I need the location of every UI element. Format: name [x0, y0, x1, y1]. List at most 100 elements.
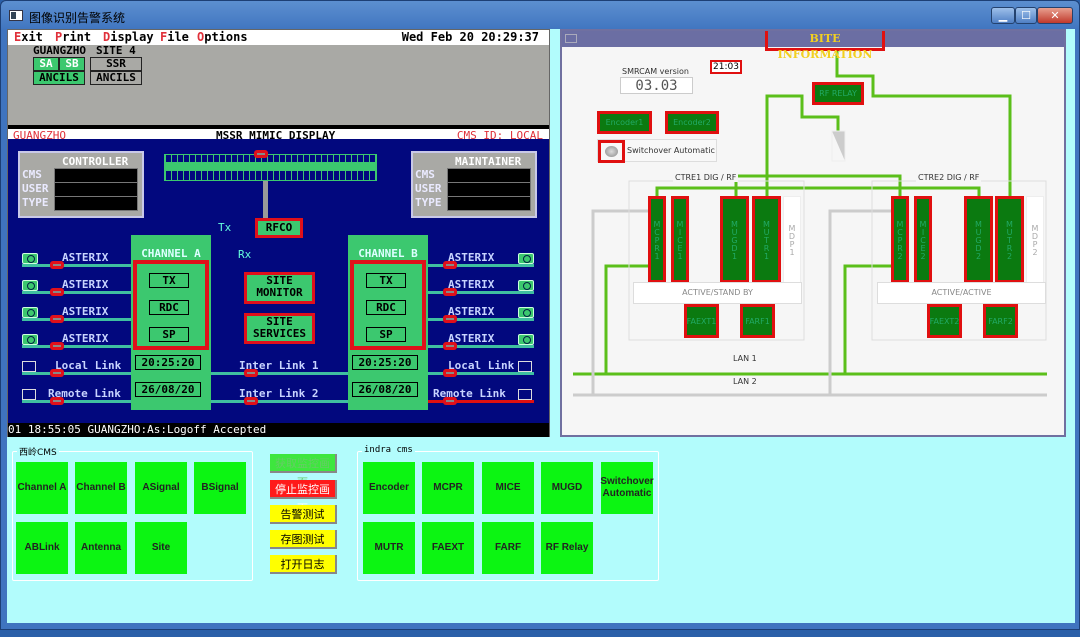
indra-mutr-button[interactable]: MUTR [363, 522, 415, 574]
channel-a-title: CHANNEL A [141, 247, 201, 260]
channel-b[interactable]: CHANNEL B TX RDC SP 20:25:20 26/08/20 [348, 235, 428, 410]
indra-mice-button[interactable]: MICE [482, 462, 534, 514]
indra-encoder-button[interactable]: Encoder [363, 462, 415, 514]
link-alarm-indicator[interactable] [50, 342, 64, 350]
asterix-terminal-icon [22, 334, 38, 345]
computer-icon [22, 361, 36, 372]
link-alarm-indicator[interactable] [443, 342, 457, 350]
field-label: CMS [415, 168, 435, 181]
encoder2-unit[interactable]: Encoder2 [665, 111, 719, 134]
channel-a[interactable]: CHANNEL A TX RDC SP 20:25:20 26/08/20 [131, 235, 211, 410]
asterix-terminal-icon [518, 253, 534, 264]
link-alarm-indicator[interactable] [50, 315, 64, 323]
inter-link-alarm-indicator[interactable] [244, 397, 258, 405]
link-alarm-indicator[interactable] [50, 369, 64, 377]
bite-unit-ctre1-units-1[interactable]: MICE1 [671, 196, 689, 283]
link-line [22, 291, 131, 294]
channel-a-rdc[interactable]: RDC [149, 300, 189, 315]
channel-b-tx[interactable]: TX [366, 273, 406, 288]
faext1-unit[interactable]: FAEXT1 [684, 304, 719, 338]
close-button[interactable]: ✕ [1037, 7, 1073, 24]
menu-exit[interactable]: Exit [14, 30, 43, 45]
maximize-button[interactable]: ☐ [1015, 7, 1037, 24]
link-alarm-indicator[interactable] [443, 288, 457, 296]
sb-status[interactable]: SB [59, 57, 85, 71]
bite-unit-ctre1-units-2[interactable]: MUGD1 [720, 196, 749, 283]
farf1-unit[interactable]: FARF1 [740, 304, 775, 338]
ssr-status[interactable]: SSR [90, 57, 142, 71]
xiling-ablink-button[interactable]: ABLink [16, 522, 68, 574]
unit-label: MUGD1 [730, 219, 739, 260]
bite-unit-ctre1-units-0[interactable]: MCPR1 [648, 196, 666, 283]
start-monitor-button[interactable]: 获取监控画面 [270, 454, 337, 489]
xiling-channel-b-button[interactable]: Channel B [75, 462, 127, 514]
xiling-bsignal-button[interactable]: BSignal [194, 462, 246, 514]
menu-print[interactable]: Print [55, 30, 91, 45]
inter-link-alarm-indicator[interactable] [244, 369, 258, 377]
smrcam-label: SMRCAM version [622, 67, 689, 76]
indra-farf-button[interactable]: FARF [482, 522, 534, 574]
menu-display[interactable]: Display [103, 30, 154, 45]
asterix-terminal-icon [518, 334, 534, 345]
field-label: USER [22, 182, 49, 195]
indra-mugd-button[interactable]: MUGD [541, 462, 593, 514]
lan1-label: LAN 1 [733, 354, 757, 363]
field-label: USER [415, 182, 442, 195]
indra-mcpr-button[interactable]: MCPR [422, 462, 474, 514]
channel-a-tx[interactable]: TX [149, 273, 189, 288]
ancils-status-1[interactable]: ANCILS [33, 71, 85, 85]
save-image-test-button[interactable]: 存图测试 [270, 530, 337, 549]
rf-relay-unit[interactable]: RF RELAY [812, 82, 864, 105]
open-log-button[interactable]: 打开日志 [270, 555, 337, 574]
unit-label: MICE1 [675, 219, 685, 260]
mdp2-unit[interactable]: MDP2 [1026, 196, 1044, 283]
site-number: SITE 4 [96, 44, 136, 57]
mdp1-unit[interactable]: MDP1 [783, 196, 801, 283]
link-alarm-indicator[interactable] [50, 261, 64, 269]
bite-unit-ctre2-units-2[interactable]: MUGD2 [964, 196, 993, 283]
ctre1-label: CTRE1 DIG / RF [673, 173, 739, 182]
unit-label: MUGD2 [974, 219, 983, 260]
site-services[interactable]: SITE SERVICES [244, 313, 315, 344]
link-alarm-indicator[interactable] [50, 288, 64, 296]
left-link-label: ASTERIX [62, 278, 109, 291]
rfco-unit[interactable]: RFCO [255, 218, 303, 238]
xiling-asignal-button[interactable]: ASignal [135, 462, 187, 514]
bite-unit-ctre2-units-1[interactable]: MICE2 [914, 196, 932, 283]
asterix-terminal-icon [518, 307, 534, 318]
window-title: 图像识别告警系统 [29, 11, 126, 25]
link-alarm-indicator[interactable] [50, 397, 64, 405]
xiling-cms-label: 西岭CMS [17, 445, 59, 458]
minimize-button[interactable]: ▁ [991, 7, 1015, 24]
link-alarm-indicator[interactable] [443, 261, 457, 269]
xiling-site-button[interactable]: Site [135, 522, 187, 574]
sa-status[interactable]: SA [33, 57, 59, 71]
link-alarm-indicator[interactable] [443, 369, 457, 377]
link-alarm-indicator[interactable] [443, 397, 457, 405]
bite-unit-ctre1-units-3[interactable]: MUTR1 [752, 196, 781, 283]
indra-switchover-automatic-button[interactable]: Switchover Automatic [600, 462, 654, 514]
farf2-unit[interactable]: FARF2 [983, 304, 1018, 338]
title-bar: 图像识别告警系统 ▁ ☐ ✕ [1, 1, 1080, 29]
channel-a-sp[interactable]: SP [149, 327, 189, 342]
indra-rf-relay-button[interactable]: RF Relay [541, 522, 593, 574]
channel-b-rdc[interactable]: RDC [366, 300, 406, 315]
xiling-channel-a-button[interactable]: Channel A [16, 462, 68, 514]
bite-unit-ctre2-units-3[interactable]: MUTR2 [995, 196, 1024, 283]
alarm-test-button[interactable]: 告警测试 [270, 505, 337, 524]
faext2-unit[interactable]: FAEXT2 [927, 304, 962, 338]
inter-link-line [211, 372, 348, 375]
channel-b-sp[interactable]: SP [366, 327, 406, 342]
indra-faext-button[interactable]: FAEXT [422, 522, 474, 574]
bite-unit-ctre2-units-0[interactable]: MCPR2 [891, 196, 909, 283]
mssr-mimic-panel: Exit Print Display File Options Wed Feb … [7, 29, 550, 437]
menu-file[interactable]: File [160, 30, 189, 45]
stop-monitor-button[interactable]: 停止监控画面 [270, 480, 337, 515]
ancils-status-2[interactable]: ANCILS [90, 71, 142, 85]
encoder1-unit[interactable]: Encoder1 [597, 111, 652, 134]
link-alarm-indicator[interactable] [443, 315, 457, 323]
xiling-antenna-button[interactable]: Antenna [75, 522, 127, 574]
site-monitor[interactable]: SITE MONITOR [244, 272, 315, 304]
switchover-automatic[interactable]: Switchover Automatic [597, 139, 717, 163]
menu-options[interactable]: Options [197, 30, 248, 45]
